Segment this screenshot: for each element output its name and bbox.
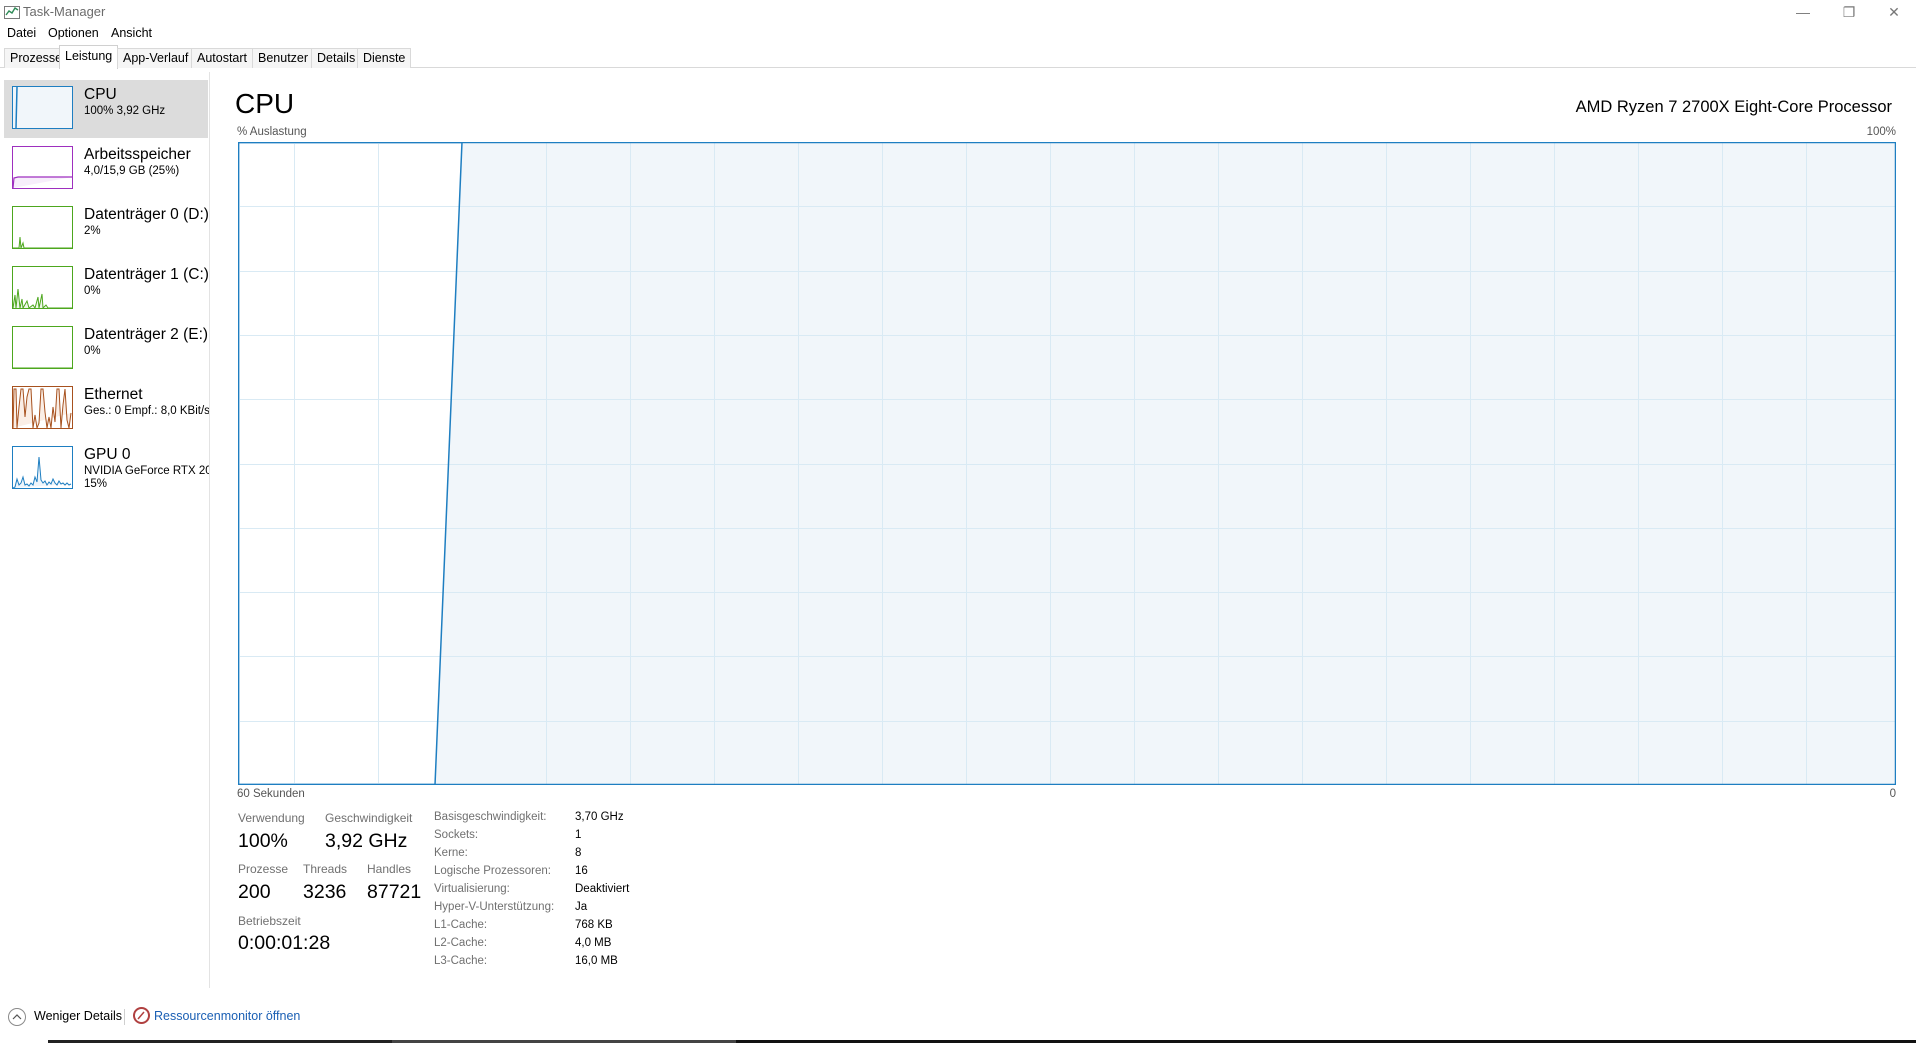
footer-divider xyxy=(124,1009,125,1025)
sidebar-item-label: Datenträger 0 (D:) xyxy=(84,206,209,223)
info-value: Deaktiviert xyxy=(575,883,630,895)
info-label: L2-Cache: xyxy=(434,937,488,949)
info-value: 16 xyxy=(575,865,588,877)
menu-ansicht[interactable]: Ansicht xyxy=(111,26,152,40)
close-icon: ✕ xyxy=(1888,3,1900,20)
tab-leistung[interactable]: Leistung xyxy=(59,45,119,69)
info-value: 16,0 MB xyxy=(575,955,618,967)
sidebar-item-label: Arbeitsspeicher xyxy=(84,146,191,163)
speed-value: 3,92 GHz xyxy=(325,830,408,852)
disk-graph-icon xyxy=(12,266,73,309)
info-label: Basisgeschwindigkeit: xyxy=(434,811,547,823)
sidebar-item-gpu-0[interactable]: GPU 0 NVIDIA GeForce RTX 207 15% xyxy=(4,440,210,498)
processor-name: AMD Ryzen 7 2700X Eight-Core Processor xyxy=(1575,98,1892,116)
resource-monitor-link[interactable]: Ressourcenmonitor öffnen xyxy=(154,1009,300,1023)
memory-graph-icon xyxy=(12,146,73,189)
x-axis-min-label: 0 xyxy=(1889,788,1896,800)
tab-app-verlauf[interactable]: App-Verlauf xyxy=(117,48,195,68)
menu-optionen[interactable]: Optionen xyxy=(48,26,99,40)
threads-label: Threads xyxy=(303,862,348,876)
tab-bar: Prozesse Leistung App-Verlauf Autostart … xyxy=(0,45,1916,69)
sidebar-item-disk-0[interactable]: Datenträger 0 (D:) 2% xyxy=(4,200,209,258)
usage-area xyxy=(435,142,1896,785)
handles-label: Handles xyxy=(367,862,412,876)
restore-button[interactable]: ❐ xyxy=(1826,0,1872,24)
sidebar-item-label: GPU 0 xyxy=(84,446,131,463)
resource-sidebar: CPU 100% 3,92 GHz Arbeitsspeicher 4,0/15… xyxy=(0,72,210,988)
resource-monitor-icon xyxy=(133,1007,150,1024)
threads-value: 3236 xyxy=(303,881,347,903)
sidebar-item-label: Datenträger 2 (E:) xyxy=(84,326,209,343)
y-axis-label: % Auslastung xyxy=(237,126,307,138)
info-label: Virtualisierung: xyxy=(434,883,510,895)
sidebar-item-cpu[interactable]: CPU 100% 3,92 GHz xyxy=(4,80,208,138)
sidebar-item-value-2: 15% xyxy=(84,478,108,490)
task-manager-icon xyxy=(4,6,20,19)
info-label: Hyper-V-Unterstützung: xyxy=(434,901,555,913)
sidebar-item-disk-1[interactable]: Datenträger 1 (C:) 0% xyxy=(4,260,209,318)
cpu-graph-icon xyxy=(12,86,73,129)
uptime-label: Betriebszeit xyxy=(238,914,301,928)
usage-value: 100% xyxy=(238,830,288,852)
tab-dienste[interactable]: Dienste xyxy=(357,48,412,68)
sidebar-item-label: Ethernet xyxy=(84,386,143,403)
info-label: L1-Cache: xyxy=(434,919,488,931)
sidebar-item-value: Ges.: 0 Empf.: 8,0 KBit/s xyxy=(84,405,210,417)
tab-details[interactable]: Details xyxy=(311,48,362,68)
tab-autostart[interactable]: Autostart xyxy=(191,48,254,68)
menu-bar: Datei Optionen Ansicht xyxy=(0,24,1916,44)
speed-label: Geschwindigkeit xyxy=(325,811,413,825)
cpu-usage-graph xyxy=(238,142,1896,785)
network-graph-icon xyxy=(12,386,73,429)
title-bar[interactable]: Task-Manager — ❐ ✕ xyxy=(0,0,1916,24)
usage-label: Verwendung xyxy=(238,811,305,825)
fewer-details-label: Weniger Details xyxy=(34,1009,123,1023)
sidebar-item-value: 4,0/15,9 GB (25%) xyxy=(84,165,180,177)
info-label: L3-Cache: xyxy=(434,955,488,967)
sidebar-item-label: Datenträger 1 (C:) xyxy=(84,266,209,283)
sidebar-item-value: 100% 3,92 GHz xyxy=(84,105,166,117)
minimize-icon: — xyxy=(1796,4,1810,20)
sidebar-item-label: CPU xyxy=(84,86,117,103)
handles-value: 87721 xyxy=(367,881,422,903)
restore-icon: ❐ xyxy=(1842,3,1856,20)
sidebar-item-value: 2% xyxy=(84,225,101,237)
window-title: Task-Manager xyxy=(23,4,106,19)
disk-graph-icon xyxy=(12,326,73,369)
info-value: Ja xyxy=(575,901,588,913)
close-button[interactable]: ✕ xyxy=(1871,0,1916,24)
tab-benutzer[interactable]: Benutzer xyxy=(252,48,315,68)
processes-value: 200 xyxy=(238,881,271,903)
sidebar-item-value: 0% xyxy=(84,285,101,297)
disk-graph-icon xyxy=(12,206,73,249)
info-label: Logische Prozessoren: xyxy=(434,865,551,877)
info-value: 1 xyxy=(575,829,582,841)
processes-label: Prozesse xyxy=(238,862,289,876)
page-title: CPU xyxy=(235,88,295,119)
sidebar-item-ethernet[interactable]: Ethernet Ges.: 0 Empf.: 8,0 KBit/s xyxy=(4,380,210,438)
sidebar-item-value: NVIDIA GeForce RTX 207 xyxy=(84,465,210,477)
info-value: 4,0 MB xyxy=(575,937,612,949)
sidebar-item-arbeitsspeicher[interactable]: Arbeitsspeicher 4,0/15,9 GB (25%) xyxy=(4,140,208,198)
sidebar-item-disk-2[interactable]: Datenträger 2 (E:) 0% xyxy=(4,320,208,378)
uptime-value: 0:00:01:28 xyxy=(238,932,331,954)
menu-datei[interactable]: Datei xyxy=(7,26,36,40)
info-value: 8 xyxy=(575,847,582,859)
y-axis-max-label: 100% xyxy=(1866,126,1896,138)
x-axis-label: 60 Sekunden xyxy=(237,788,305,800)
footer: Weniger Details Ressourcenmonitor öffnen xyxy=(0,1000,1916,1030)
info-value: 3,70 GHz xyxy=(575,811,624,823)
info-value: 768 KB xyxy=(575,919,613,931)
minimize-button[interactable]: — xyxy=(1780,0,1826,24)
info-label: Kerne: xyxy=(434,847,468,859)
info-label: Sockets: xyxy=(434,829,479,841)
chevron-up-icon xyxy=(8,1008,26,1026)
sidebar-item-value: 0% xyxy=(84,345,101,357)
gpu-graph-icon xyxy=(12,446,73,489)
